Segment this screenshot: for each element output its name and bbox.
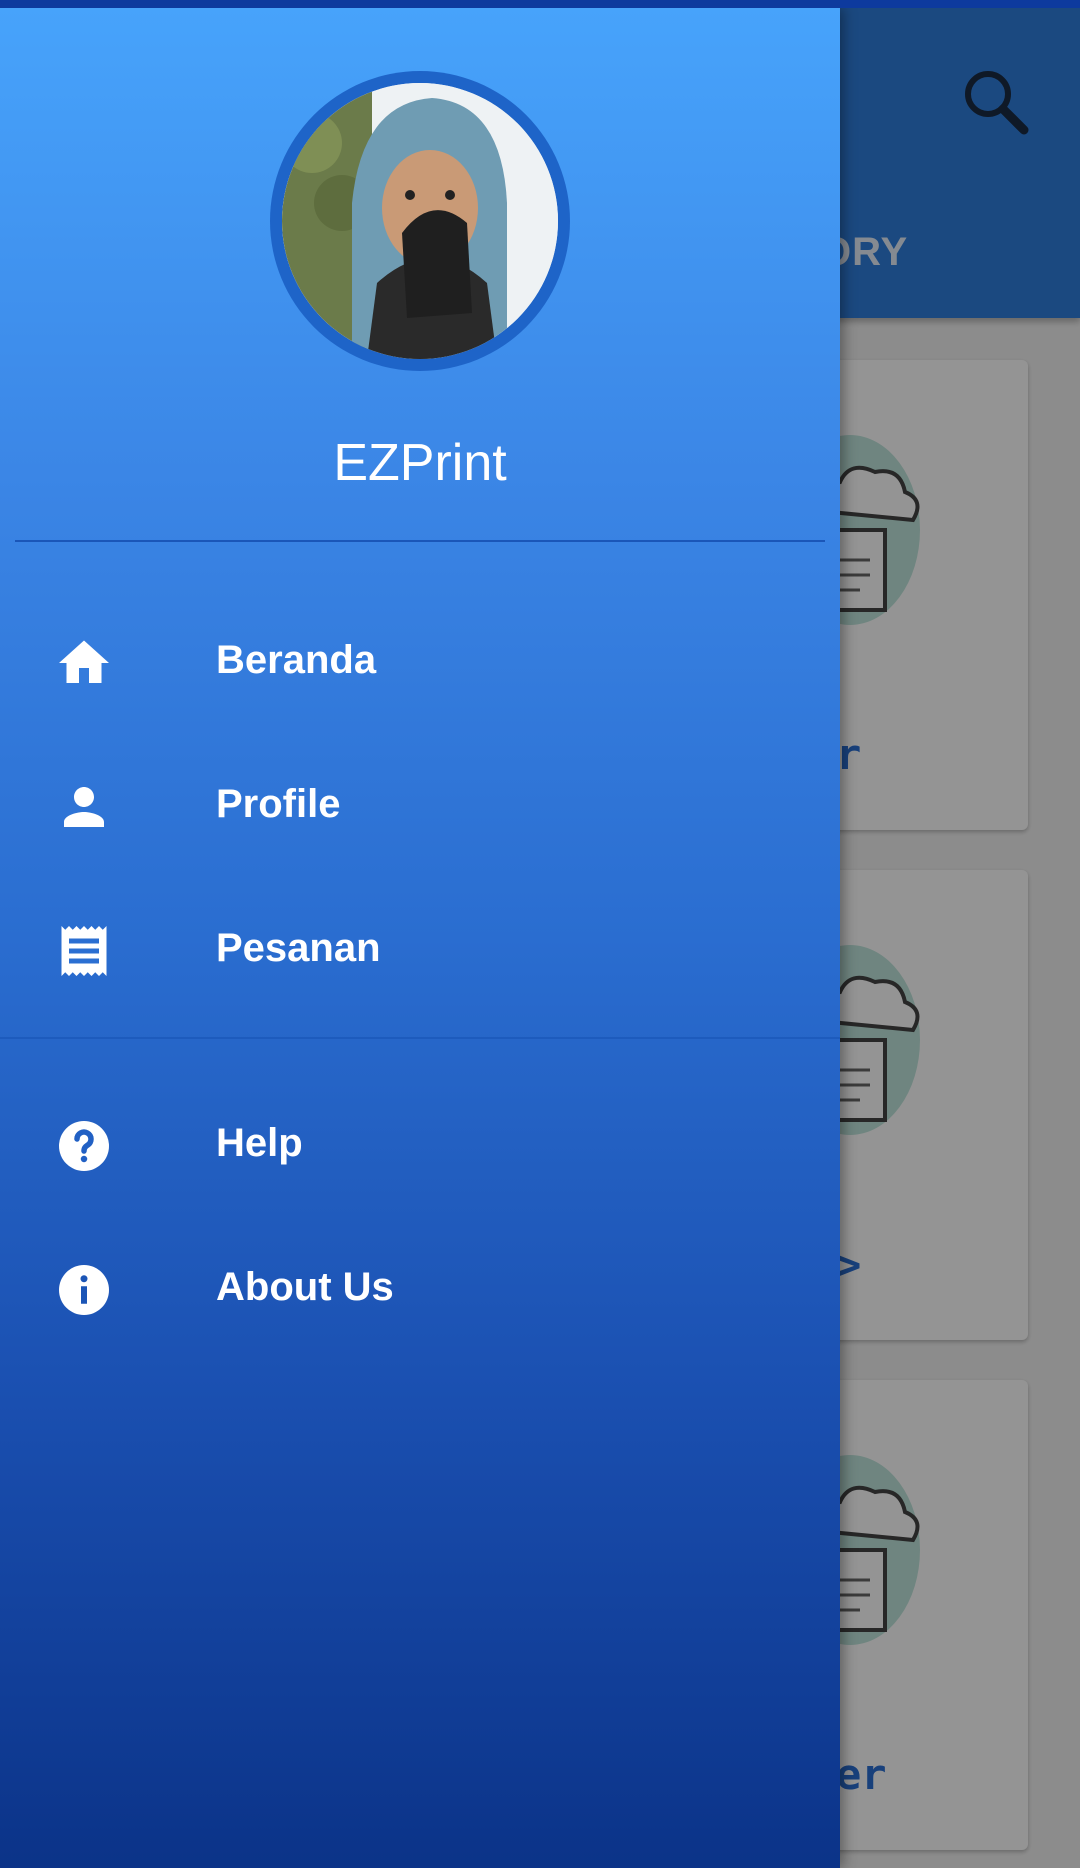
navigation-drawer: EZPrint Beranda Profile Pesanan Help Abo… bbox=[0, 8, 840, 1868]
nav-item-about-us[interactable]: About Us bbox=[0, 1235, 840, 1345]
help-icon bbox=[59, 1121, 109, 1171]
person-icon bbox=[64, 787, 104, 827]
avatar-ring bbox=[270, 71, 570, 371]
status-bar bbox=[0, 0, 1080, 8]
profile-photo bbox=[282, 83, 558, 359]
nav-item-beranda[interactable]: Beranda bbox=[0, 608, 840, 718]
nav-label: Pesanan bbox=[216, 926, 381, 970]
nav-label: Help bbox=[216, 1121, 303, 1165]
info-icon bbox=[59, 1265, 109, 1315]
section-divider bbox=[0, 1037, 840, 1039]
header-divider bbox=[15, 540, 825, 542]
app-name: EZPrint bbox=[333, 434, 507, 492]
nav-item-help[interactable]: Help bbox=[0, 1091, 840, 1201]
nav-item-profile[interactable]: Profile bbox=[0, 752, 840, 862]
avatar[interactable] bbox=[282, 83, 558, 359]
home-icon bbox=[59, 640, 109, 683]
nav-label: About Us bbox=[216, 1265, 394, 1309]
receipt-icon bbox=[61, 926, 107, 976]
nav-item-pesanan[interactable]: Pesanan bbox=[0, 896, 840, 1006]
nav-label: Beranda bbox=[216, 638, 377, 682]
nav-label: Profile bbox=[216, 782, 341, 826]
